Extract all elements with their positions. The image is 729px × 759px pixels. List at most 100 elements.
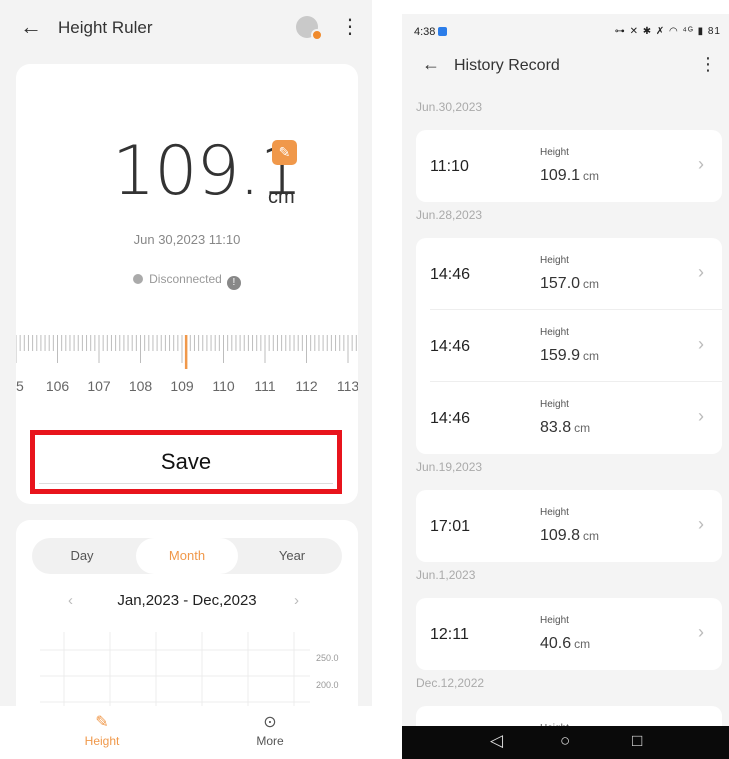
notification-badge (311, 29, 323, 41)
status-text: Disconnected (149, 272, 222, 286)
system-home-icon[interactable]: ○ (560, 731, 570, 751)
trend-card: Day Month Year ‹ Jan,2023 - Dec,2023 › 2… (16, 520, 358, 720)
chevron-right-icon: › (698, 406, 704, 426)
ruler-label: 113 (337, 378, 358, 394)
ruler-label: 112 (295, 378, 318, 394)
record-unit: cm (574, 637, 591, 651)
period-selector: Day Month Year (32, 538, 342, 574)
ruler-label: 109 (170, 378, 194, 394)
record-label: Height (540, 147, 569, 158)
app-bar: ← Height Ruler ⋮ (0, 0, 372, 56)
prev-range-icon[interactable]: ‹ (68, 592, 73, 609)
record-row[interactable]: 17:01 Height 109.8 cm › (416, 490, 722, 562)
device-avatar-icon[interactable] (296, 16, 323, 41)
record-value: 83.8 (540, 419, 572, 436)
record-row[interactable]: 11:10 Height 109.1 cm › (416, 130, 722, 202)
nav-height[interactable]: ✎ Height (52, 712, 152, 748)
date-header: Jun.19,2023 (416, 460, 483, 474)
record-value: 109.8 (540, 527, 581, 544)
chevron-right-icon: › (698, 622, 704, 642)
record-time: 11:10 (430, 158, 469, 175)
ruler-slider[interactable]: 05 106 107 108 109 110 111 112 113 (16, 327, 358, 407)
record-label: Height (540, 399, 569, 410)
height-unit: cm (268, 186, 295, 208)
record-value-wrap: 157.0 cm (540, 275, 599, 293)
record-card: 12:11 Height 40.6 cm › (416, 598, 722, 670)
connection-status: Disconnected! (16, 272, 358, 290)
ruler-label: 110 (212, 378, 235, 394)
page-title: Height Ruler (58, 18, 153, 37)
ruler-label: 05 (16, 378, 24, 394)
record-value: 159.9 (540, 347, 581, 364)
ruler-scale[interactable]: 05 106 107 108 109 110 111 112 113 (16, 327, 358, 407)
status-icons: ⊶ ✕ ✱ ✗ ◠ ⁴ᴳ ▮ 81 (614, 26, 721, 37)
record-card: 14:46 Height 157.0 cm › 14:46 Height 159.9 cm › 14… (416, 238, 722, 454)
measurement-card: 109.1 ✎ cm Jun 30,2023 11:10 Disconnecte… (16, 64, 358, 504)
ruler-label: 108 (129, 378, 153, 394)
nav-height-label: Height (84, 734, 120, 748)
ruler-label: 106 (46, 378, 70, 394)
edit-icon[interactable]: ✎ (272, 140, 297, 165)
chevron-right-icon: › (698, 154, 704, 174)
record-label: Height (540, 507, 569, 518)
record-row[interactable]: 12:11 Height 40.6 cm › (416, 598, 722, 670)
back-arrow-icon[interactable]: ← (20, 14, 42, 40)
record-time: 12:11 (430, 626, 469, 643)
divider (39, 483, 333, 484)
save-button[interactable]: Save (30, 430, 342, 494)
y-axis-label: 250.0 (316, 653, 339, 663)
chevron-right-icon: › (698, 262, 704, 282)
history-record-screen: 4:38 ⊶ ✕ ✱ ✗ ◠ ⁴ᴳ ▮ 81 ← History Record … (402, 14, 729, 759)
ruler-icon: ✎ (95, 714, 109, 731)
notification-icon (438, 27, 448, 36)
system-nav-bar: ◁ ○ □ (402, 726, 729, 759)
measurement-datetime: Jun 30,2023 11:10 (133, 232, 241, 247)
record-card: 11:10 Height 109.1 cm › (416, 130, 722, 202)
nav-more[interactable]: ⊙ More (220, 712, 320, 748)
record-unit: cm (583, 529, 600, 543)
page-title: History Record (454, 57, 560, 74)
back-arrow-icon[interactable]: ← (422, 54, 440, 75)
system-back-icon[interactable]: ◁ (490, 731, 503, 751)
record-row[interactable]: 14:46 Height 157.0 cm › (416, 238, 722, 310)
record-label: Height (540, 327, 569, 338)
tab-day[interactable]: Day (32, 538, 132, 574)
status-time: 4:38 (414, 26, 448, 38)
more-options-icon[interactable]: ⋮ (340, 14, 360, 39)
record-value-wrap: 109.1 cm (540, 167, 599, 185)
info-icon[interactable]: ! (226, 276, 241, 290)
date-range-label: Jan,2023 - Dec,2023 (117, 592, 257, 609)
record-value: 157.0 (540, 275, 581, 292)
tab-year[interactable]: Year (242, 538, 342, 574)
system-recents-icon[interactable]: □ (632, 731, 642, 751)
ruler-label: 111 (254, 378, 275, 394)
date-header: Jun.28,2023 (416, 208, 483, 222)
record-card: 17:01 Height 109.8 cm › (416, 490, 722, 562)
status-bar: 4:38 ⊶ ✕ ✱ ✗ ◠ ⁴ᴳ ▮ 81 (402, 14, 729, 48)
status-time-text: 4:38 (414, 26, 436, 38)
date-header: Jun.1,2023 (416, 568, 476, 582)
more-options-icon[interactable]: ⋮ (699, 54, 717, 75)
app-bar: ← History Record ⋮ (402, 48, 729, 88)
nav-more-label: More (256, 734, 284, 748)
record-value-wrap: 109.8 cm (540, 527, 599, 545)
record-unit: cm (583, 349, 600, 363)
next-range-icon[interactable]: › (294, 592, 299, 609)
record-row[interactable]: 14:46 Height 83.8 cm › (416, 382, 722, 454)
record-time: 14:46 (430, 338, 471, 355)
date-range: ‹ Jan,2023 - Dec,2023 › (16, 592, 358, 609)
record-value-wrap: 83.8 cm (540, 419, 590, 437)
ruler-label: 107 (87, 378, 111, 394)
record-label: Height (540, 255, 569, 266)
record-unit: cm (583, 277, 600, 291)
status-dot-icon (133, 274, 144, 284)
date-header: Dec.12,2022 (416, 676, 485, 690)
record-time: 17:01 (430, 518, 471, 535)
record-label: Height (540, 615, 569, 626)
y-axis-label: 200.0 (316, 680, 339, 690)
record-row[interactable]: 14:46 Height 159.9 cm › (416, 310, 722, 382)
record-value-wrap: 159.9 cm (540, 347, 599, 365)
save-label: Save (160, 449, 212, 474)
record-time: 14:46 (430, 410, 471, 427)
tab-month[interactable]: Month (136, 538, 238, 574)
